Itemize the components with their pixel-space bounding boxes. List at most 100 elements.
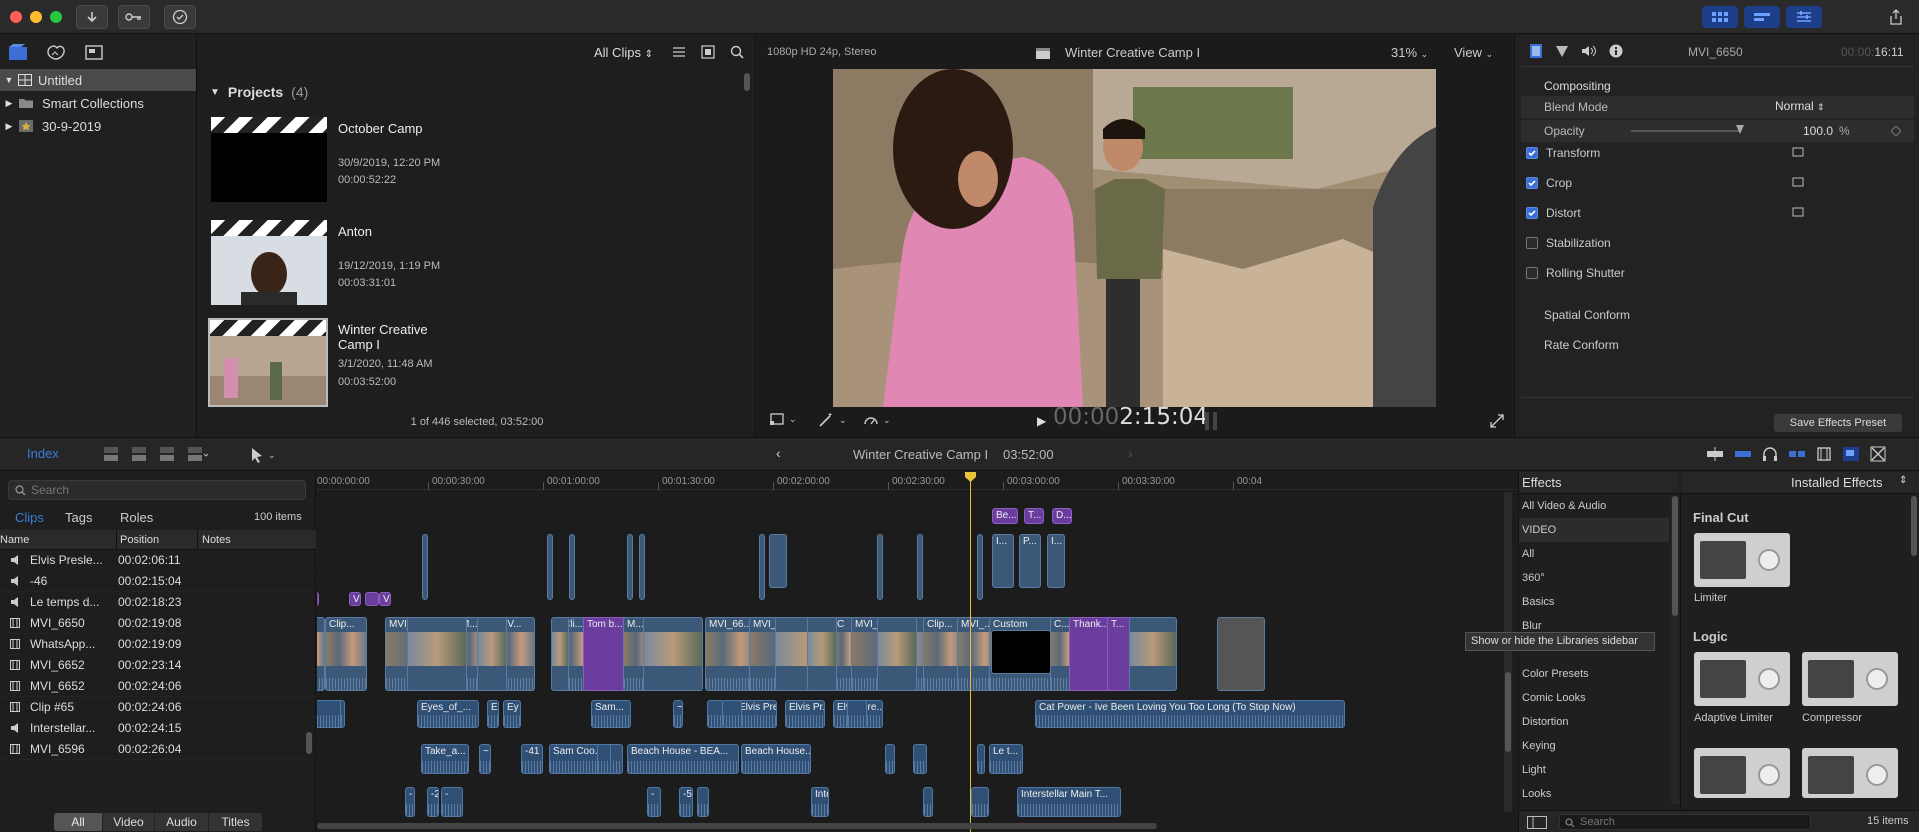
- index-row[interactable]: Elvis Presle... 00:02:06:11: [0, 550, 316, 571]
- audio-clip[interactable]: [697, 787, 709, 817]
- project-item[interactable]: October Camp 30/9/2019, 12:20 PM 00:00:5…: [198, 117, 738, 209]
- library-item-event[interactable]: ▶ 30-9-2019: [0, 115, 196, 137]
- connected-clip[interactable]: [769, 534, 787, 588]
- timeline-horizontal-scrollbar[interactable]: [317, 823, 1157, 829]
- checkbox[interactable]: [1526, 207, 1538, 219]
- close-window-button[interactable]: [10, 11, 22, 23]
- crop-icon[interactable]: [1792, 176, 1804, 188]
- audio-clip[interactable]: [847, 700, 867, 728]
- forward-arrow-icon[interactable]: ›: [1128, 445, 1133, 461]
- viewer-transform-menu[interactable]: ⌄: [769, 412, 797, 426]
- minimize-window-button[interactable]: [30, 11, 42, 23]
- tool-menu[interactable]: ⌄: [250, 447, 276, 463]
- distort-icon[interactable]: [1792, 206, 1804, 218]
- audio-clip[interactable]: -: [405, 787, 415, 817]
- save-effects-preset-button[interactable]: Save Effects Preset: [1774, 414, 1902, 432]
- gap-clip[interactable]: [991, 630, 1051, 674]
- effect-tile[interactable]: [1694, 748, 1790, 798]
- audio-clip[interactable]: E: [487, 700, 499, 728]
- audio-clip[interactable]: [971, 787, 989, 817]
- index-button[interactable]: Index: [27, 446, 59, 461]
- enhancements-menu[interactable]: ⌄: [817, 412, 847, 428]
- project-item-selected[interactable]: Winter Creative Camp I 3/1/2020, 11:48 A…: [198, 318, 738, 412]
- project-item[interactable]: Anton 19/12/2019, 1:19 PM 00:03:31:01: [198, 220, 738, 312]
- audio-inspector-icon[interactable]: [1581, 44, 1597, 58]
- projects-section-header[interactable]: ▼ Projects (4): [210, 84, 308, 100]
- title-clip[interactable]: T...: [1024, 508, 1044, 524]
- connected-clip[interactable]: [569, 534, 575, 600]
- index-row[interactable]: MVI_6596 00:02:26:04: [0, 739, 316, 760]
- snapping-icon[interactable]: [1788, 446, 1806, 462]
- title-clip[interactable]: V: [349, 592, 361, 606]
- append-clip-icon[interactable]: [158, 445, 176, 463]
- inspector-row-distort[interactable]: Distort: [1526, 199, 1906, 227]
- audio-clip[interactable]: Cat Power - Ive Been Loving You Too Long…: [1035, 700, 1345, 728]
- keywords-button[interactable]: [118, 5, 150, 29]
- photos-audio-icon[interactable]: [46, 43, 66, 61]
- connected-clip[interactable]: [977, 534, 983, 600]
- column-header-name[interactable]: Name: [0, 534, 29, 546]
- checkbox[interactable]: [1526, 177, 1538, 189]
- search-icon[interactable]: [730, 45, 744, 59]
- inspector-row-crop[interactable]: Crop: [1526, 169, 1906, 197]
- insert-clip-icon[interactable]: [130, 445, 148, 463]
- column-header-notes[interactable]: Notes: [202, 534, 231, 546]
- categories-scrollbar[interactable]: [1672, 496, 1678, 616]
- checkbox[interactable]: [1526, 267, 1538, 279]
- connected-clip[interactable]: [422, 534, 428, 600]
- video-clip[interactable]: [643, 617, 703, 691]
- transitions-browser-icon[interactable]: [1870, 446, 1886, 462]
- video-clip[interactable]: [807, 617, 837, 691]
- effects-category[interactable]: VIDEO: [1519, 518, 1669, 542]
- film-icon[interactable]: [1816, 446, 1832, 462]
- tab-tags[interactable]: Tags: [65, 510, 92, 525]
- effects-category[interactable]: Looks: [1519, 782, 1669, 806]
- gap-clip[interactable]: [1217, 617, 1265, 691]
- overwrite-clip-icon[interactable]: [186, 445, 208, 463]
- effects-category[interactable]: Keying: [1519, 734, 1669, 758]
- skimming-icon[interactable]: [1734, 446, 1752, 462]
- index-row[interactable]: Clip #65 00:02:24:06: [0, 697, 316, 718]
- audio-clip[interactable]: [885, 744, 895, 774]
- audio-clip[interactable]: Sam Coo...: [549, 744, 623, 774]
- checkbox[interactable]: [1526, 237, 1538, 249]
- headphones-icon[interactable]: [1762, 446, 1778, 462]
- title-clip[interactable]: [365, 592, 379, 606]
- transform-icon[interactable]: [1792, 146, 1804, 158]
- audio-clip[interactable]: Interstellar Main T...: [1017, 787, 1121, 817]
- connected-clip[interactable]: I...: [1047, 534, 1065, 588]
- video-clip[interactable]: [1129, 617, 1177, 691]
- filter-titles[interactable]: Titles: [208, 813, 262, 831]
- audio-clip[interactable]: Beach House...: [741, 744, 811, 774]
- effects-search-field[interactable]: Search: [1559, 814, 1811, 830]
- index-search-field[interactable]: Search: [8, 480, 306, 500]
- show-inspector-toggle[interactable]: [1786, 6, 1822, 28]
- audio-clip[interactable]: Beach House - BEA...: [627, 744, 739, 774]
- back-arrow-icon[interactable]: ‹: [776, 445, 781, 461]
- retiming-menu[interactable]: ⌄: [863, 412, 891, 428]
- clip-filter-popup[interactable]: All Clips ⇕: [594, 45, 653, 60]
- video-inspector-icon[interactable]: [1529, 43, 1543, 59]
- index-row[interactable]: Le temps d... 00:02:18:23: [0, 592, 316, 613]
- view-popup[interactable]: View ⌄: [1454, 45, 1493, 60]
- audio-clip[interactable]: Le t...: [989, 744, 1023, 774]
- index-row[interactable]: MVI_6652 00:02:24:06: [0, 676, 316, 697]
- zoom-window-button[interactable]: [50, 11, 62, 23]
- video-clip[interactable]: [477, 617, 507, 691]
- connected-clip[interactable]: [917, 534, 923, 600]
- video-clip[interactable]: Clip...: [325, 617, 367, 691]
- effect-tile[interactable]: [1802, 748, 1898, 798]
- index-row[interactable]: -46 00:02:15:04: [0, 571, 316, 592]
- playhead[interactable]: [970, 472, 971, 832]
- index-scrollbar[interactable]: [306, 732, 312, 754]
- audio-clip[interactable]: Interstellar Main T...: [811, 787, 829, 817]
- tab-roles[interactable]: Roles: [120, 510, 153, 525]
- audio-clip[interactable]: Elvis Pr...: [785, 700, 825, 728]
- audio-clip[interactable]: -41: [521, 744, 543, 774]
- audio-clip[interactable]: ~: [673, 700, 683, 728]
- audio-clip[interactable]: [923, 787, 933, 817]
- effects-category[interactable]: All: [1519, 542, 1669, 566]
- inspector-row-rolling-shutter[interactable]: Rolling Shutter: [1526, 259, 1906, 287]
- audio-clip[interactable]: [317, 700, 341, 728]
- title-clip[interactable]: [317, 592, 319, 606]
